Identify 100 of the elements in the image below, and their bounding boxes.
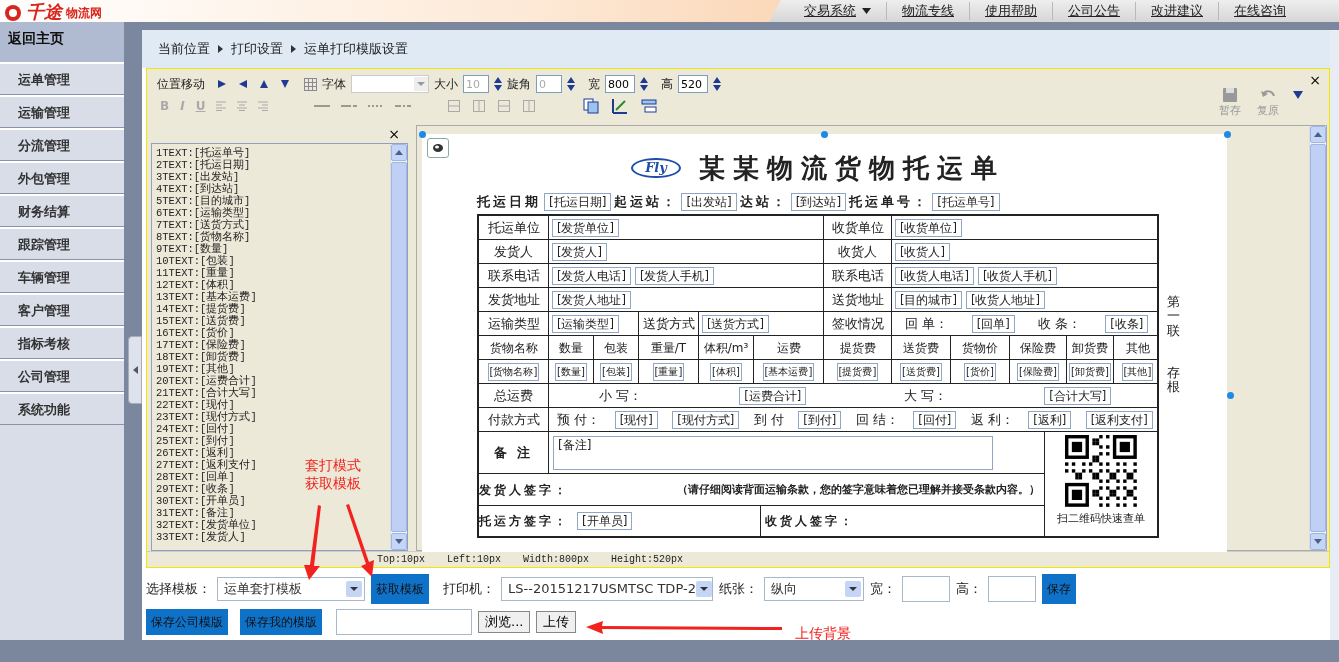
height-field[interactable]	[988, 576, 1036, 602]
field-list-item[interactable]: 6TEXT:[运输类型]	[156, 207, 251, 219]
nav-link[interactable]: 物流专线	[886, 2, 969, 20]
template-field[interactable]: [提货费]	[836, 362, 879, 381]
breadcrumb-item[interactable]: 打印设置	[231, 39, 283, 59]
template-select[interactable]: 运单套打模板	[217, 577, 365, 601]
field-list-item[interactable]: 7TEXT:[送货方式]	[156, 219, 251, 231]
resize-handle[interactable]	[1224, 131, 1231, 138]
arrow-right-icon[interactable]	[217, 79, 227, 89]
template-field[interactable]: [现付]	[614, 410, 658, 429]
field-list-item[interactable]: 30TEXT:[开单员]	[156, 495, 246, 507]
line-style-icon[interactable]	[341, 102, 358, 110]
template-field[interactable]: [保险费]	[1017, 362, 1059, 381]
home-link[interactable]: 返回主页	[0, 22, 124, 62]
field-list-item[interactable]: 31TEXT:[备注]	[156, 507, 235, 519]
template-field[interactable]: [现付方式]	[672, 410, 740, 429]
field-list-item[interactable]: 9TEXT:[数量]	[156, 243, 229, 255]
resize-handle[interactable]	[1227, 392, 1234, 399]
close-button[interactable]: ×	[1309, 73, 1321, 87]
spacing-icon[interactable]	[497, 99, 512, 113]
field-list-item[interactable]: 33TEXT:[发货人]	[156, 531, 246, 543]
template-field[interactable]: [回付]	[913, 410, 957, 429]
field-list-item[interactable]: 29TEXT:[收条]	[156, 483, 235, 495]
template-field[interactable]: [其他]	[1121, 362, 1154, 381]
template-field[interactable]: [目的城市]	[895, 290, 962, 309]
scrollbar[interactable]	[1309, 126, 1326, 550]
pen-ruler-icon[interactable]	[612, 98, 629, 114]
field-list-item[interactable]: 28TEXT:[回单]	[156, 471, 235, 483]
template-field[interactable]: [合计大写]	[1044, 386, 1112, 405]
template-field[interactable]: [收货单位]	[895, 218, 962, 237]
nav-link[interactable]: 使用帮助	[969, 2, 1052, 20]
spinner-arrows-icon[interactable]	[640, 76, 648, 92]
field-list-item[interactable]: 14TEXT:[提货费]	[156, 303, 246, 315]
field-list-item[interactable]: 11TEXT:[重量]	[156, 267, 235, 279]
spinner-arrows-icon[interactable]	[494, 76, 502, 92]
spacing-icon[interactable]	[447, 99, 462, 113]
template-field[interactable]: [基本运费]	[762, 362, 815, 381]
nav-link[interactable]: 改进建议	[1135, 2, 1218, 20]
field-list-item[interactable]: 12TEXT:[体积]	[156, 279, 235, 291]
scrollbar[interactable]	[1330, 30, 1339, 640]
align-center-icon[interactable]	[237, 101, 248, 111]
template-field[interactable]: [包装]	[600, 362, 632, 381]
field-list-item[interactable]: 16TEXT:[货价]	[156, 327, 235, 339]
line-style-icon[interactable]	[395, 102, 412, 110]
number-field[interactable]: 520	[678, 75, 708, 93]
field-list-item[interactable]: 13TEXT:[基本运费]	[156, 291, 257, 303]
nav-link[interactable]: 交易系统	[789, 2, 886, 20]
resize-handle[interactable]	[419, 131, 426, 138]
template-field[interactable]: [送货费]	[900, 362, 942, 381]
field-list-item[interactable]: 18TEXT:[卸货费]	[156, 351, 246, 363]
field-list-item[interactable]: 10TEXT:[包装]	[156, 255, 235, 267]
file-name-field[interactable]	[336, 609, 472, 635]
template-field[interactable]: [收货人电话]	[895, 266, 974, 285]
save-my-template-button[interactable]: 保存我的模版	[240, 609, 322, 635]
template-field[interactable]: [数量]	[555, 362, 587, 381]
template-field[interactable]: [发货人手机]	[635, 266, 714, 285]
template-field[interactable]: [重量]	[652, 362, 685, 381]
layout-icon[interactable]	[641, 98, 658, 114]
field-list-item[interactable]: 23TEXT:[现付方式]	[156, 411, 257, 423]
field-list-item[interactable]: 1TEXT:[托运单号]	[156, 147, 251, 159]
collapse-handle[interactable]	[128, 336, 142, 404]
template-field[interactable]: [出发站]	[681, 193, 737, 211]
template-field[interactable]: [送货方式]	[702, 314, 769, 333]
field-list-item[interactable]: 4TEXT:[到达站]	[156, 183, 240, 195]
template-field[interactable]: [收货人手机]	[978, 266, 1057, 285]
breadcrumb-item[interactable]: 运单打印模版设置	[304, 39, 408, 59]
field-list-item[interactable]: 17TEXT:[保险费]	[156, 339, 246, 351]
template-field[interactable]: [运输类型]	[552, 314, 619, 333]
save-company-template-button[interactable]: 保存公司模版	[146, 609, 228, 635]
eraser-button[interactable]	[427, 138, 449, 158]
spinner-arrows-icon[interactable]	[567, 76, 575, 92]
number-field[interactable]: 800	[605, 75, 635, 93]
align-right-icon[interactable]	[258, 101, 269, 111]
template-field[interactable]: [收货人地址]	[966, 290, 1045, 309]
template-field[interactable]: [开单员]	[577, 512, 633, 530]
field-list-item[interactable]: 2TEXT:[托运日期]	[156, 159, 251, 171]
field-list-item[interactable]: 20TEXT:[运费合计]	[156, 375, 257, 387]
template-field[interactable]: [托运单号]	[932, 193, 1000, 211]
template-field[interactable]: [体积]	[710, 362, 742, 381]
template-field[interactable]: [备注]	[553, 436, 993, 470]
template-field[interactable]: [发货人电话]	[552, 266, 631, 285]
line-style-icon[interactable]	[314, 102, 331, 110]
field-list-item[interactable]: 32TEXT:[发货单位]	[156, 519, 257, 531]
template-field[interactable]: [返利]	[1028, 410, 1072, 429]
copy-icon[interactable]	[583, 98, 600, 114]
template-field[interactable]: [货价]	[964, 362, 996, 381]
arrow-left-icon[interactable]	[238, 79, 248, 89]
template-field[interactable]: [运费合计]	[739, 386, 807, 405]
template-field[interactable]: [回单]	[971, 314, 1015, 333]
template-field[interactable]: [到达站]	[790, 193, 847, 211]
template-field[interactable]: [到付]	[798, 410, 842, 429]
arrow-up-icon[interactable]	[259, 79, 269, 89]
field-list-item[interactable]: 21TEXT:[合计大写]	[156, 387, 257, 399]
template-field[interactable]: [卸货费]	[1069, 362, 1111, 381]
close-button[interactable]: ×	[388, 125, 400, 143]
template-field[interactable]: [发货人地址]	[552, 290, 631, 309]
template-field[interactable]: [收货人]	[895, 242, 950, 261]
field-list-item[interactable]: 15TEXT:[送货费]	[156, 315, 246, 327]
grid-icon[interactable]	[304, 77, 317, 91]
field-list-item[interactable]: 3TEXT:[出发站]	[156, 171, 240, 183]
